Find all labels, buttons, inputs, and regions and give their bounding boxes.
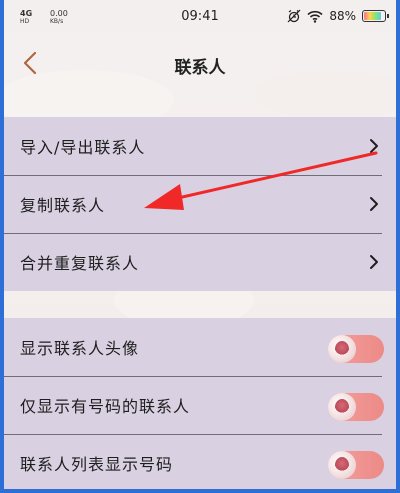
- list-item-show-number-in-list[interactable]: 联系人列表显示号码: [4, 434, 396, 489]
- toggle-knob: [328, 451, 356, 479]
- list-item-label: 导入/导出联系人: [20, 138, 146, 157]
- wifi-icon: [307, 10, 323, 23]
- chevron-right-icon[interactable]: [364, 194, 384, 214]
- list-item-only-with-number[interactable]: 仅显示有号码的联系人: [4, 376, 396, 434]
- display-settings-group: 显示联系人头像 仅显示有号码的联系人 联系人列表显示号码: [4, 318, 396, 489]
- chevron-right-icon[interactable]: [364, 252, 384, 272]
- list-item-label: 复制联系人: [20, 196, 106, 215]
- battery-percent: 88%: [329, 9, 356, 23]
- page-title: 联系人: [174, 58, 226, 78]
- phone-screen: 4G HD 0.00 KB/s 09:41 88% 联系人 导入/导出联系人 复…: [4, 0, 396, 489]
- list-item-merge-duplicates[interactable]: 合并重复联系人: [4, 233, 396, 291]
- nav-bar: 联系人: [4, 36, 396, 90]
- battery-icon: [362, 10, 389, 22]
- list-item-import-export[interactable]: 导入/导出联系人: [4, 117, 396, 175]
- list-item-label: 联系人列表显示号码: [20, 455, 174, 474]
- only-with-number-toggle[interactable]: [328, 393, 384, 421]
- status-bar: 4G HD 0.00 KB/s 09:41 88%: [4, 0, 396, 36]
- battery-level: [364, 12, 382, 20]
- list-item-label: 显示联系人头像: [20, 339, 140, 358]
- contacts-actions-group: 导入/导出联系人 复制联系人 合并重复联系人: [4, 117, 396, 291]
- show-number-toggle[interactable]: [328, 451, 384, 479]
- toggle-knob: [328, 335, 356, 363]
- status-icons: 88%: [287, 8, 389, 24]
- alarm-icon: [287, 9, 301, 23]
- toggle-knob: [328, 393, 356, 421]
- list-item-show-avatar[interactable]: 显示联系人头像: [4, 318, 396, 376]
- list-item-copy-contacts[interactable]: 复制联系人: [4, 175, 396, 233]
- list-item-label: 仅显示有号码的联系人: [20, 397, 191, 416]
- list-item-label: 合并重复联系人: [20, 254, 140, 273]
- chevron-right-icon[interactable]: [364, 136, 384, 156]
- show-avatar-toggle[interactable]: [328, 335, 384, 363]
